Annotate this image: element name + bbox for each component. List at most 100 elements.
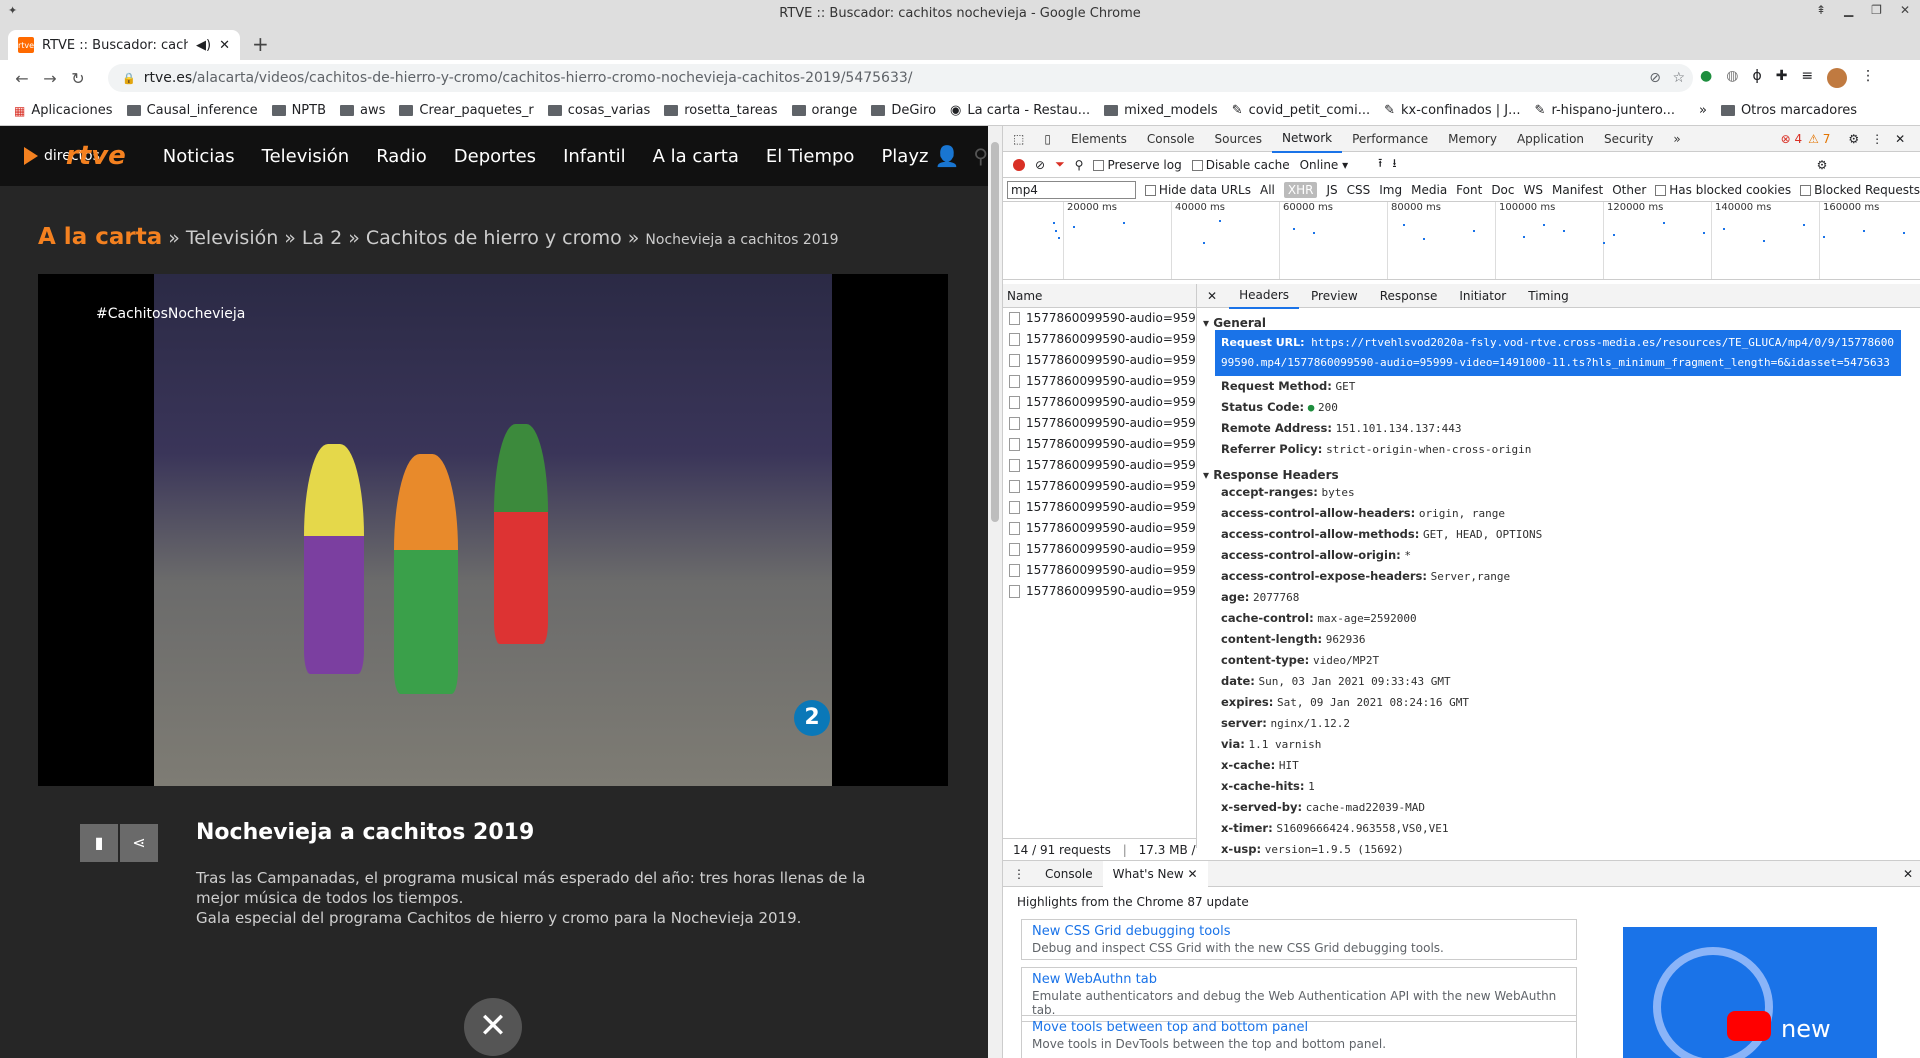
request-row[interactable]: 1577860099590-audio=9599... (1003, 455, 1196, 476)
tab-headers[interactable]: Headers (1229, 284, 1300, 309)
drawer-tab-console[interactable]: Console (1035, 867, 1103, 881)
devtools-close-icon[interactable]: ✕ (1895, 132, 1905, 146)
bookmark-link[interactable]: ✎ kx-confinados | J... (1384, 103, 1520, 118)
bookmark-apps[interactable]: ▦ Aplicaciones (14, 103, 113, 118)
extension-green-icon[interactable]: ● (1700, 68, 1712, 88)
address-bar[interactable]: 🔒 rtve.es /alacarta/videos/cachitos-de-h… (108, 64, 1693, 92)
nav-playz[interactable]: Playz (881, 146, 928, 167)
close-overlay-button[interactable]: ✕ (464, 998, 522, 1056)
bookmark-video-button[interactable]: ▮ (80, 824, 118, 862)
close-tab-icon[interactable]: ✕ (1188, 867, 1198, 881)
bookmark-link[interactable]: ✎ r-hispano-juntero... (1535, 103, 1675, 118)
rtve-logo[interactable]: directos rtve (0, 141, 136, 171)
bookmark-link[interactable]: ✎ covid_petit_comi... (1232, 103, 1370, 118)
tab-performance[interactable]: Performance (1342, 126, 1438, 152)
share-button[interactable]: ⋖ (120, 824, 158, 862)
type-manifest[interactable]: Manifest (1552, 183, 1603, 197)
browser-tab[interactable]: rtve RTVE :: Buscador: cachitos ◀) ✕ (8, 30, 240, 60)
type-css[interactable]: CSS (1347, 183, 1371, 197)
video-player[interactable]: #CachitosNochevieja 2 (38, 274, 948, 786)
network-settings-icon[interactable]: ⚙ (1817, 158, 1828, 172)
request-row[interactable]: 1577860099590-audio=9599... (1003, 560, 1196, 581)
request-row[interactable]: 1577860099590-audio=9599... (1003, 518, 1196, 539)
request-row[interactable]: 1577860099590-audio=9599... (1003, 476, 1196, 497)
avatar[interactable] (1827, 68, 1848, 88)
blocked-cookies-checkbox[interactable]: Has blocked cookies (1655, 183, 1791, 197)
tab-memory[interactable]: Memory (1438, 126, 1507, 152)
request-row[interactable]: 1577860099590-audio=9599... (1003, 539, 1196, 560)
card-title[interactable]: New WebAuthn tab (1032, 972, 1566, 987)
request-row[interactable]: 1577860099590-audio=9599... (1003, 497, 1196, 518)
warning-count[interactable]: ⚠ 7 (1808, 132, 1830, 146)
nav-eltiempo[interactable]: El Tiempo (766, 146, 855, 167)
bookmark-link[interactable]: ◉ La carta - Restau... (950, 103, 1090, 118)
request-row[interactable]: 1577860099590-audio=9599... (1003, 413, 1196, 434)
request-row[interactable]: 1577860099590-audio=9599... (1003, 581, 1196, 602)
name-column-header[interactable]: Name (1003, 284, 1196, 308)
type-all[interactable]: All (1260, 183, 1275, 197)
whats-new-card[interactable]: New WebAuthn tab Emulate authenticators … (1021, 967, 1577, 1022)
bookmark-folder[interactable]: cosas_varias (547, 103, 650, 118)
camera-blocked-icon[interactable]: ⊘ (1649, 70, 1661, 86)
throttle-select[interactable]: Online ▾ (1300, 158, 1349, 172)
extension-phi-icon[interactable]: ɸ (1752, 68, 1761, 88)
drawer-close-icon[interactable]: ✕ (1903, 867, 1920, 881)
more-bookmarks-icon[interactable]: » (1699, 103, 1707, 118)
preserve-log-checkbox[interactable]: Preserve log (1093, 158, 1182, 172)
more-tabs-icon[interactable]: » (1663, 126, 1690, 152)
hide-data-urls-checkbox[interactable]: Hide data URLs (1144, 183, 1251, 197)
search-icon[interactable]: ⚲ (1075, 158, 1084, 172)
tab-elements[interactable]: Elements (1061, 126, 1137, 152)
bookmark-folder[interactable]: NPTB (271, 103, 326, 118)
nav-deportes[interactable]: Deportes (454, 146, 536, 167)
media-control-icon[interactable]: ≡ (1801, 68, 1813, 88)
close-window-icon[interactable]: ✕ (1900, 3, 1910, 17)
clear-icon[interactable]: ⊘ (1035, 158, 1045, 172)
drawer-tab-whats-new[interactable]: What's New ✕ (1102, 860, 1208, 887)
filter-icon[interactable]: ⏷ (1055, 157, 1065, 172)
type-xhr[interactable]: XHR (1283, 181, 1318, 198)
request-row[interactable]: 1577860099590-audio=9599... (1003, 392, 1196, 413)
card-title[interactable]: Move tools between top and bottom panel (1032, 1020, 1566, 1035)
minimize-icon[interactable]: ▁ (1844, 3, 1853, 17)
scroll-up-icon[interactable]: ⇞ (1816, 3, 1826, 17)
drawer-menu-icon[interactable]: ⋮ (1003, 867, 1035, 881)
bookmark-star-icon[interactable]: ☆ (1672, 70, 1685, 86)
request-row[interactable]: 1577860099590-audio=9599... (1003, 308, 1196, 329)
import-har-icon[interactable]: ⭱ (1378, 154, 1382, 175)
tab-close-icon[interactable]: ✕ (219, 38, 230, 53)
window-menu-icon[interactable]: ✦ (8, 4, 17, 17)
tab-timing[interactable]: Timing (1518, 284, 1579, 308)
close-details-icon[interactable]: ✕ (1197, 284, 1227, 308)
tab-sources[interactable]: Sources (1205, 126, 1272, 152)
request-row[interactable]: 1577860099590-audio=9599... (1003, 329, 1196, 350)
network-overview[interactable]: 20000 ms 40000 ms 60000 ms 80000 ms 1000… (1003, 202, 1920, 280)
type-font[interactable]: Font (1456, 183, 1482, 197)
tab-security[interactable]: Security (1594, 126, 1663, 152)
whats-new-card[interactable]: New CSS Grid debugging tools Debug and i… (1021, 919, 1577, 960)
type-img[interactable]: Img (1379, 183, 1402, 197)
request-row[interactable]: 1577860099590-audio=9599... (1003, 350, 1196, 371)
back-icon[interactable]: ← (8, 69, 36, 88)
breadcrumb-item[interactable]: Cachitos de hierro y cromo (366, 227, 622, 249)
general-section-header[interactable]: ▾ General (1197, 308, 1920, 330)
type-media[interactable]: Media (1411, 183, 1447, 197)
nav-noticias[interactable]: Noticias (163, 146, 235, 167)
type-ws[interactable]: WS (1524, 183, 1543, 197)
record-icon[interactable] (1013, 158, 1025, 171)
extension-circle-icon[interactable]: ◍ (1726, 68, 1738, 88)
search-icon[interactable]: ⚲ (973, 144, 988, 168)
response-headers-section-header[interactable]: ▾ Response Headers (1197, 460, 1920, 482)
request-row[interactable]: 1577860099590-audio=9599... (1003, 371, 1196, 392)
error-count[interactable]: ⊗ 4 (1781, 132, 1803, 146)
chrome-menu-icon[interactable]: ⋮ (1861, 68, 1875, 88)
bookmark-folder[interactable]: aws (340, 103, 385, 118)
inspect-icon[interactable]: ⬚ (1003, 126, 1034, 152)
tab-console[interactable]: Console (1137, 126, 1205, 152)
maximize-icon[interactable]: ❐ (1871, 3, 1882, 17)
reload-icon[interactable]: ↻ (64, 69, 92, 88)
request-row[interactable]: 1577860099590-audio=9599... (1003, 434, 1196, 455)
user-icon[interactable]: 👤 (934, 144, 959, 168)
extensions-puzzle-icon[interactable]: ✚ (1776, 68, 1788, 88)
filter-input[interactable]: mp4 (1007, 180, 1136, 199)
